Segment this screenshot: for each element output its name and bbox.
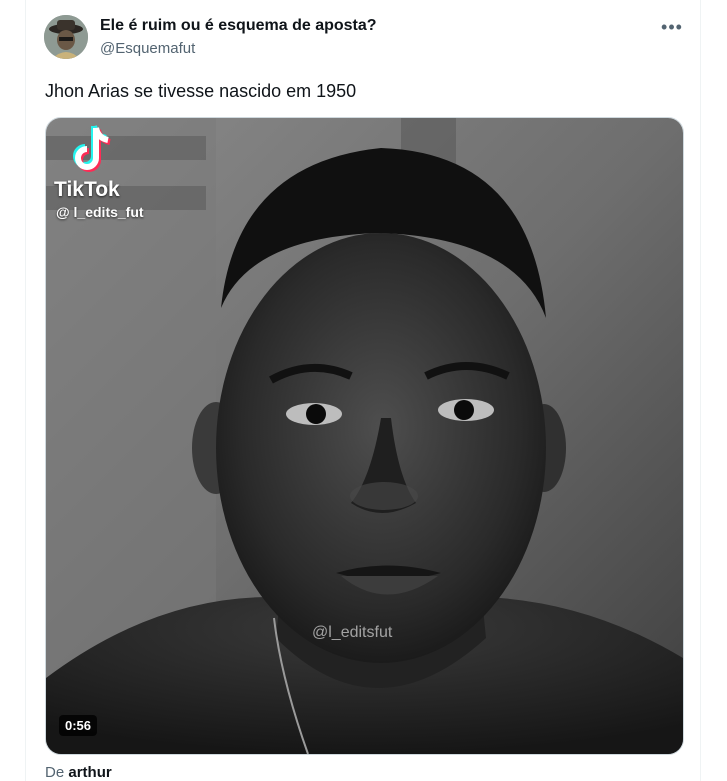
video-watermark: @l_editsfut: [312, 624, 393, 641]
tiktok-logo-icon: [73, 125, 111, 172]
more-options-icon[interactable]: •••: [655, 14, 689, 40]
attribution-prefix: De: [45, 764, 65, 781]
tweet-text: Jhon Arias se tivesse nascido em 1950: [45, 81, 357, 101]
video-player[interactable]: TikTok @ l_edits_fut @l_editsfut 0:56: [45, 117, 684, 755]
tiktok-username: @ l_edits_fut: [56, 204, 144, 220]
author-handle[interactable]: @Esquemafut: [100, 40, 195, 57]
video-duration-badge: 0:56: [59, 715, 98, 736]
tweet-card[interactable]: Ele é ruim ou é esquema de aposta? @Esqu…: [25, 0, 701, 781]
tiktok-wordmark: TikTok: [54, 178, 120, 201]
author-name[interactable]: Ele é ruim ou é esquema de aposta?: [100, 17, 377, 35]
media-attribution: De arthur: [45, 764, 112, 781]
avatar[interactable]: [44, 15, 88, 59]
attribution-name[interactable]: arthur: [68, 764, 111, 781]
